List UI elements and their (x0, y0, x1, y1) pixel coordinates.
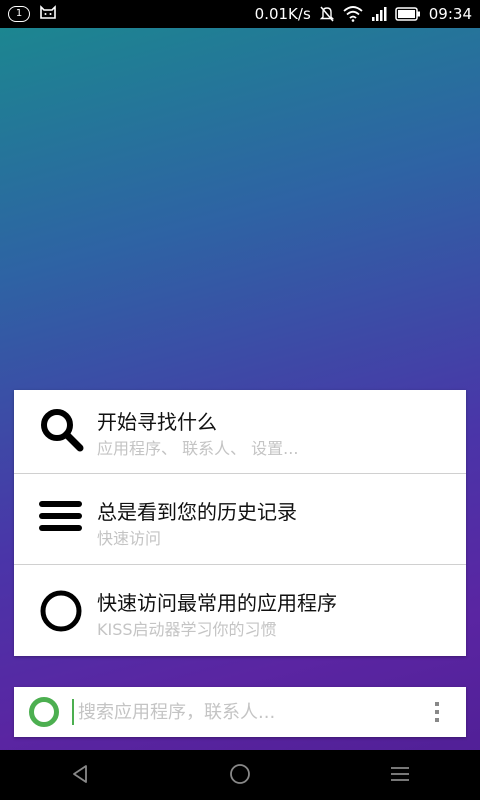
net-speed: 0.01K/s (254, 5, 311, 23)
more-vert-icon (435, 702, 439, 722)
hint-card: 开始寻找什么 应用程序、 联系人、 设置... 总是看到您的历史记录 快速访问 (14, 390, 466, 656)
clock: 09:34 (428, 5, 472, 23)
overflow-menu-button[interactable] (432, 701, 442, 727)
hint-title: 总是看到您的历史记录 (97, 500, 297, 524)
menu-icon (38, 496, 84, 540)
menu-icon[interactable] (388, 762, 412, 790)
hint-title: 快速访问最常用的应用程序 (97, 591, 337, 615)
notification-count-icon: 1 (8, 6, 30, 22)
hint-subtitle: 快速访问 (97, 529, 162, 548)
navigation-bar (0, 750, 480, 800)
search-bar (14, 687, 466, 737)
home-screen: 1 0.01K/s 09:34 开始寻找什么 应用程序、 联系人、 设置... … (0, 0, 480, 800)
hint-item-history: 总是看到您的历史记录 快速访问 (14, 474, 466, 562)
signal-icon (371, 6, 387, 22)
hint-title: 开始寻找什么 (97, 410, 217, 434)
hint-item-frequent: 快速访问最常用的应用程序 KISS启动器学习你的习惯 (14, 565, 466, 653)
cat-icon (38, 4, 58, 24)
home-icon[interactable] (228, 762, 252, 790)
mute-icon (319, 5, 335, 23)
hint-subtitle: KISS启动器学习你的习惯 (97, 620, 277, 639)
launcher-circle-icon (29, 697, 59, 727)
search-input[interactable] (72, 699, 408, 725)
wifi-icon (343, 6, 363, 22)
hint-item-search: 开始寻找什么 应用程序、 联系人、 设置... (14, 390, 466, 478)
circle-icon (38, 588, 84, 638)
status-bar: 1 0.01K/s 09:34 (0, 0, 480, 28)
battery-icon (395, 7, 421, 21)
back-icon[interactable] (70, 762, 90, 790)
hint-subtitle: 应用程序、 联系人、 设置... (97, 439, 299, 458)
launcher-button[interactable] (28, 696, 60, 732)
search-icon (38, 406, 86, 458)
